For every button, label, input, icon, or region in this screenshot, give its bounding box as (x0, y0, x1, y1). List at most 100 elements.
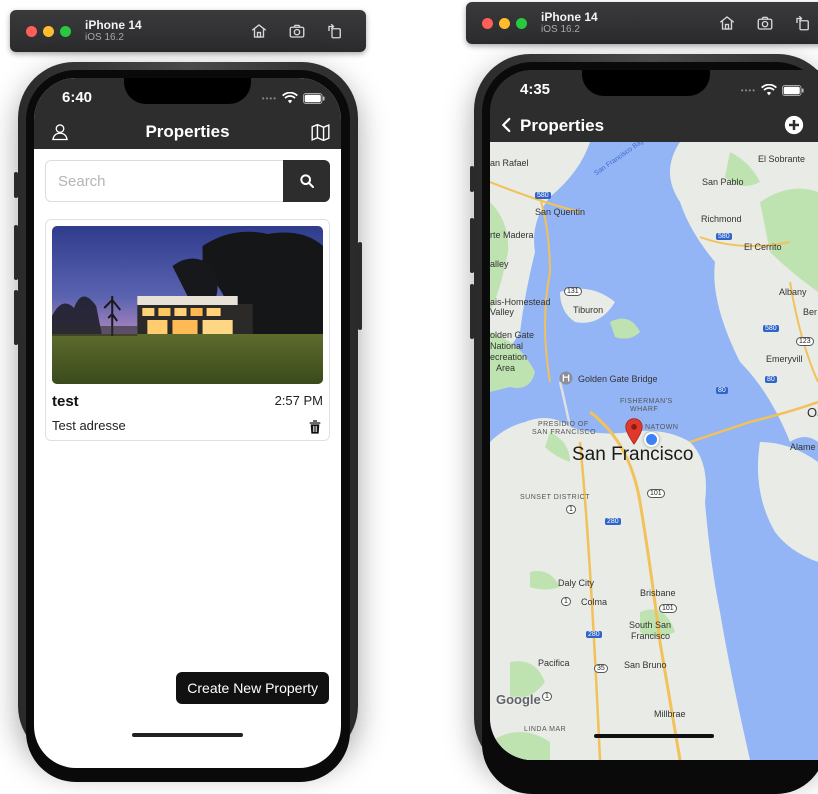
map-label: El Cerrito (744, 242, 782, 252)
search-button[interactable] (283, 160, 330, 202)
map-label: Daly City (558, 578, 595, 588)
home-indicator-right (594, 734, 714, 738)
house-image (52, 226, 323, 384)
map-label: National (490, 341, 524, 351)
city-label: San Francisco (572, 444, 694, 465)
map-label: San Quentin (535, 207, 586, 217)
screen-right: Properties 4:35 •••• an Rafael San Quent… (490, 70, 818, 760)
map-view[interactable]: an Rafael San Quentin San Pablo El Sobra… (490, 142, 818, 760)
map-label: an Rafael (490, 158, 529, 168)
wifi-icon (282, 92, 298, 104)
os-version-right: iOS 16.2 (541, 24, 580, 36)
close-button[interactable] (26, 25, 37, 37)
map-label: South San (629, 620, 672, 630)
trash-icon[interactable] (307, 419, 323, 435)
property-name: test (52, 393, 79, 410)
screen-left: Properties 6:40 •••• Search test 2:57 PM… (34, 78, 341, 768)
volume-down-button-right (470, 284, 474, 339)
map-label: NATOWN (645, 424, 679, 431)
screenshot-icon[interactable] (756, 14, 774, 32)
map-label: SUNSET DISTRICT (520, 494, 590, 501)
highway-shield: 280 (586, 631, 602, 638)
property-time: 2:57 PM (274, 393, 323, 408)
highway-shield: 580 (716, 233, 732, 240)
chevron-left-icon[interactable] (498, 116, 516, 134)
location-pin-icon[interactable] (624, 417, 644, 445)
property-address: Test adresse (52, 418, 126, 433)
rotate-icon[interactable] (794, 14, 812, 32)
highway-shield: 580 (763, 325, 779, 332)
home-icon[interactable] (250, 22, 268, 40)
map-label: ecreation (490, 352, 528, 362)
highway-shield: 80 (716, 387, 728, 394)
search-bar (45, 160, 330, 202)
status-icons-right: •••• (741, 84, 804, 96)
plus-circle-icon[interactable] (784, 115, 804, 135)
highway-shield: 101 (647, 489, 665, 498)
google-attribution: Google (496, 692, 541, 707)
volume-up-button (14, 225, 18, 280)
property-card[interactable]: test 2:57 PM Test adresse (45, 219, 330, 441)
map-label: LINDA MAR (524, 726, 567, 733)
home-icon[interactable] (718, 14, 736, 32)
highway-shield: 35 (594, 664, 608, 673)
map-label: Richmond (701, 214, 742, 224)
highway-shield: 1 (566, 505, 576, 514)
status-time: 6:40 (62, 89, 93, 106)
home-indicator (132, 733, 243, 737)
minimize-button-right[interactable] (499, 17, 510, 29)
map-label: Tiburon (573, 305, 604, 315)
power-button (358, 242, 362, 330)
screenshot-icon[interactable] (288, 22, 306, 40)
map-label: Golden Gate Bridge (578, 374, 658, 384)
map-label: San Pablo (702, 177, 744, 187)
cellular-icon: •••• (740, 85, 756, 95)
simulator-tools (250, 22, 344, 40)
highway-shield: 280 (605, 518, 621, 525)
create-property-button[interactable]: Create New Property (176, 672, 329, 704)
volume-down-button (14, 290, 18, 345)
os-version: iOS 16.2 (85, 32, 124, 44)
map-label: WHARF (630, 406, 659, 413)
map-label: Albany (779, 287, 807, 297)
status-bar: 6:40 •••• (34, 78, 341, 124)
map-label: El Sobrante (758, 154, 806, 164)
map-label: San Bruno (624, 660, 667, 670)
highway-shield: 101 (659, 604, 677, 613)
wifi-icon (761, 84, 777, 96)
map-label: Millbrae (654, 709, 686, 719)
rotate-icon[interactable] (326, 22, 344, 40)
close-button-right[interactable] (482, 17, 493, 29)
map-label: PRESIDIO OF (538, 421, 589, 428)
status-bar-right: 4:35 •••• (490, 70, 818, 116)
device-title-right: iPhone 14 iOS 16.2 (541, 10, 598, 36)
person-icon[interactable] (50, 122, 70, 142)
back-button-label[interactable]: Properties (520, 116, 604, 136)
map-label: SAN FRANCISCO (532, 429, 597, 436)
zoom-button[interactable] (60, 25, 71, 37)
silent-switch-right (470, 166, 474, 192)
map-label: Oa (807, 405, 818, 420)
current-location-dot (644, 432, 659, 447)
minimize-button[interactable] (43, 25, 54, 37)
device-name: iPhone 14 (85, 17, 142, 32)
highway-shield: 131 (564, 287, 582, 296)
window-controls-right (482, 17, 527, 29)
zoom-button-right[interactable] (516, 17, 527, 29)
map-label: Ber (803, 307, 818, 317)
search-input[interactable] (45, 160, 283, 202)
map-icon[interactable] (310, 122, 331, 143)
highway-shield: 123 (796, 337, 814, 346)
highway-shield: 1 (542, 692, 552, 701)
property-photo (52, 226, 323, 384)
map-label: Brisbane (640, 588, 676, 598)
map-label: Francisco (631, 631, 671, 641)
silent-switch (14, 172, 18, 198)
volume-up-button-right (470, 218, 474, 273)
status-icons: •••• (262, 92, 325, 104)
battery-icon (782, 84, 804, 96)
status-time-right: 4:35 (520, 81, 551, 98)
map-label: Pacifica (538, 658, 570, 668)
map-label: rte Madera (490, 230, 534, 240)
highway-shield: 80 (765, 376, 777, 383)
